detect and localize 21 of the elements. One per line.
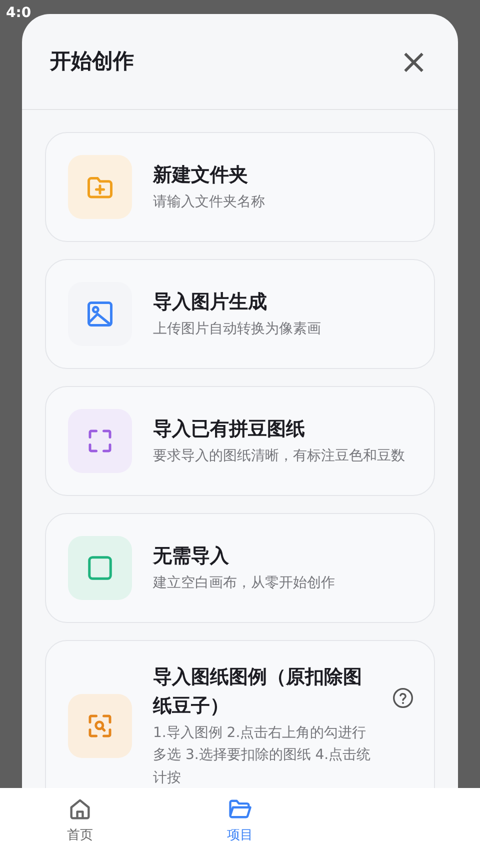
option-card[interactable]: 导入已有拼豆图纸 要求导入的图纸清晰，有标注豆色和豆数 [45,386,435,496]
option-title: 导入图纸图例（原扣除图纸豆子） [153,665,363,718]
option-card[interactable]: 导入图片生成 上传图片自动转换为像素画 [45,259,435,369]
option-card[interactable]: 新建文件夹 请输入文件夹名称 [45,132,435,242]
option-title: 导入图片生成 [153,290,268,315]
option-title: 无需导入 [153,544,230,569]
option-description: 上传图片自动转换为像素画 [153,320,322,340]
help-icon[interactable] [392,686,414,709]
close-button[interactable]: × [398,44,430,78]
sheet-title: 开始创作 [50,48,134,75]
option-description: 请输入文件夹名称 [153,193,266,212]
option-card[interactable]: 导入图纸图例（原扣除图纸豆子） 1.导入图例 2.点击右上角的勾进行多选 3.选择要扣除的图纸 4.点击统计按 [45,640,435,788]
option-title: 新建文件夹 [153,162,249,188]
option-card[interactable]: 无需导入 建立空白画布，从零开始创作 [45,513,435,623]
option-description: 建立空白画布，从零开始创作 [153,574,336,594]
nav-tab[interactable]: 项目 [160,788,320,853]
nav-tab[interactable]: 首页 [0,788,160,853]
option-title: 导入已有拼豆图纸 [153,416,306,442]
option-description: 1.导入图例 2.点击右上角的勾进行多选 3.选择要扣除的图纸 4.点击统计按 [153,724,371,788]
option-description: 要求导入的图纸清晰，有标注豆色和豆数 [153,447,406,466]
status-time: 4:0 [6,4,32,23]
